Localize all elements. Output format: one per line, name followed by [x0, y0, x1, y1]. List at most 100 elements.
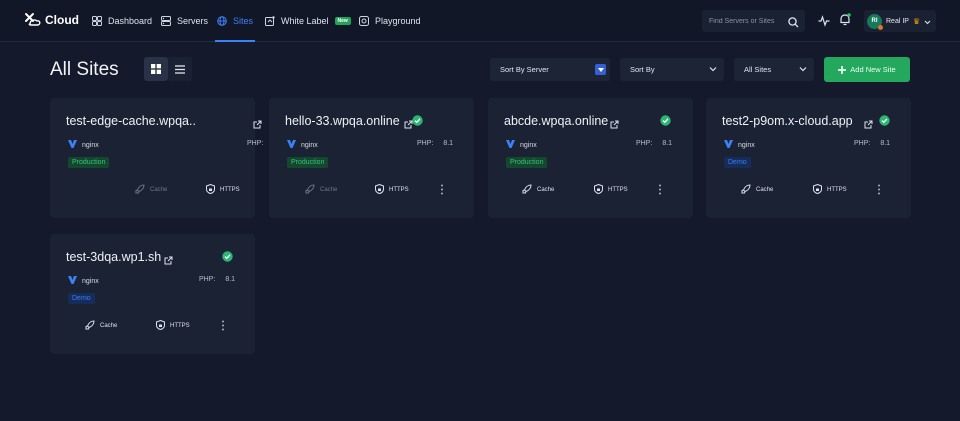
php-version-value: 8.1: [225, 276, 236, 283]
grid-view-icon: [151, 64, 161, 74]
https-button[interactable]: HTTPS: [156, 319, 190, 332]
https-label: HTTPS: [827, 187, 847, 193]
site-name-link[interactable]: hello-33.wpqa.online: [285, 114, 400, 128]
cache-label: Cache: [320, 187, 338, 193]
php-version-value: 8.1: [662, 140, 673, 147]
nav-white-label-label: White Label: [281, 16, 329, 26]
list-view-icon: [175, 64, 185, 74]
https-label: HTTPS: [170, 323, 190, 329]
server-type: nginx: [506, 140, 537, 150]
cache-button[interactable]: Cache: [135, 184, 167, 196]
search-input[interactable]: [709, 17, 784, 25]
site-card[interactable]: test-edge-cache.wpqa..nginxPHP:8.0Produc…: [50, 98, 283, 218]
environment-tag: Production: [68, 157, 110, 168]
site-name-link[interactable]: abcde.wpqa.online: [504, 114, 608, 128]
https-button[interactable]: HTTPS: [813, 183, 847, 196]
site-card[interactable]: abcde.wpqa.online nginx PHP: 8.1 Production C…: [488, 98, 693, 218]
external-link-icon[interactable]: [164, 252, 173, 270]
cache-button[interactable]: Cache: [522, 184, 554, 196]
cache-button[interactable]: Cache: [305, 184, 337, 196]
nav-servers-label: Servers: [177, 16, 209, 26]
php-label: PHP:: [854, 140, 871, 147]
environment-tag: Production: [506, 157, 548, 168]
rocket-icon: [135, 184, 145, 196]
server-type: nginx: [68, 276, 99, 286]
more-options-icon[interactable]: [221, 318, 225, 336]
https-button[interactable]: HTTPS: [206, 183, 240, 196]
nginx-icon: [287, 140, 296, 150]
user-menu[interactable]: RI Real IP ♛: [864, 10, 936, 32]
grid-view-button[interactable]: [144, 57, 168, 81]
sort-by-value: Sort By: [630, 65, 655, 74]
shield-lock-icon: [156, 319, 165, 332]
server-type-label: nginx: [301, 141, 318, 149]
new-badge: New: [334, 17, 351, 25]
nginx-icon: [506, 140, 515, 150]
page-title: All Sites: [50, 59, 119, 80]
external-link-icon[interactable]: [253, 116, 262, 134]
xcloud-logo-icon: [25, 13, 41, 26]
more-options-icon[interactable]: [440, 182, 444, 200]
server-type: nginx: [68, 140, 99, 150]
https-label: HTTPS: [608, 187, 628, 193]
php-label: PHP:: [199, 276, 216, 283]
environment-tag: Production: [287, 157, 329, 168]
status-check-icon: [660, 113, 671, 131]
site-card[interactable]: test2-p9om.x-cloud.app nginx PHP: 8.1 Demo Ca…: [706, 98, 911, 218]
cache-label: Cache: [100, 323, 118, 329]
brand-logo[interactable]: Cloud: [24, 12, 79, 28]
cache-label: Cache: [150, 187, 168, 193]
https-button[interactable]: HTTPS: [594, 183, 628, 196]
site-name-link[interactable]: test-3dqa.wp1.sh: [66, 250, 161, 264]
add-new-site-label: Add New Site: [850, 65, 896, 74]
server-type-label: nginx: [82, 141, 99, 149]
nav-servers[interactable]: Servers: [161, 0, 208, 42]
status-check-icon: [879, 113, 890, 131]
add-new-site-button[interactable]: Add New Site: [824, 57, 910, 82]
php-version: PHP: 8.1: [199, 276, 235, 283]
sort-by-select[interactable]: Sort By: [620, 58, 724, 81]
sort-by-server-select[interactable]: Sort By Server: [490, 58, 610, 81]
more-options-icon[interactable]: [877, 182, 881, 200]
site-name-link[interactable]: test2-p9om.x-cloud.app: [722, 114, 853, 128]
rocket-icon: [305, 184, 315, 196]
nav-playground-label: Playground: [375, 16, 421, 26]
white-label-icon: [265, 16, 275, 26]
sort-by-server-value: Sort By Server: [500, 65, 549, 74]
activity-icon[interactable]: [818, 14, 830, 32]
external-link-icon[interactable]: [610, 116, 619, 134]
site-card[interactable]: test-3dqa.wp1.sh nginx PHP: 8.1 Demo Cache HTT…: [50, 234, 255, 354]
nav-playground[interactable]: Playground: [359, 0, 421, 42]
php-version: PHP: 8.1: [417, 140, 453, 147]
list-view-button[interactable]: [168, 57, 192, 81]
nav-sites[interactable]: Sites: [214, 0, 256, 42]
shield-lock-icon: [206, 183, 215, 196]
external-link-icon[interactable]: [864, 116, 873, 134]
site-name-link[interactable]: test-edge-cache.wpqa..: [66, 114, 196, 128]
shield-lock-icon: [375, 183, 384, 196]
nav-white-label[interactable]: White Label New: [265, 0, 351, 42]
chevron-down-icon: [709, 65, 717, 75]
search-box[interactable]: [702, 10, 805, 32]
shield-lock-icon: [594, 183, 603, 196]
status-check-icon: [412, 113, 423, 131]
php-label: PHP:: [417, 140, 434, 147]
https-label: HTTPS: [389, 187, 409, 193]
cache-button[interactable]: Cache: [741, 184, 773, 196]
nav-dashboard-label: Dashboard: [108, 16, 153, 26]
cache-label: Cache: [756, 187, 774, 193]
site-filter-select[interactable]: All Sites: [734, 58, 814, 81]
php-label: PHP:: [247, 140, 264, 147]
nginx-icon: [68, 276, 77, 286]
server-icon: [161, 16, 171, 26]
cache-button[interactable]: Cache: [85, 320, 117, 332]
search-icon[interactable]: [788, 15, 799, 33]
more-options-icon[interactable]: [658, 182, 662, 200]
dashboard-icon: [92, 16, 102, 26]
environment-tag: Demo: [724, 157, 751, 168]
php-version-value: 8.1: [443, 140, 454, 147]
nav-dashboard[interactable]: Dashboard: [92, 0, 152, 42]
https-button[interactable]: HTTPS: [375, 183, 409, 196]
site-card[interactable]: hello-33.wpqa.online nginx PHP: 8.1 Producti…: [269, 98, 474, 218]
notification-bell-icon[interactable]: [839, 13, 851, 31]
